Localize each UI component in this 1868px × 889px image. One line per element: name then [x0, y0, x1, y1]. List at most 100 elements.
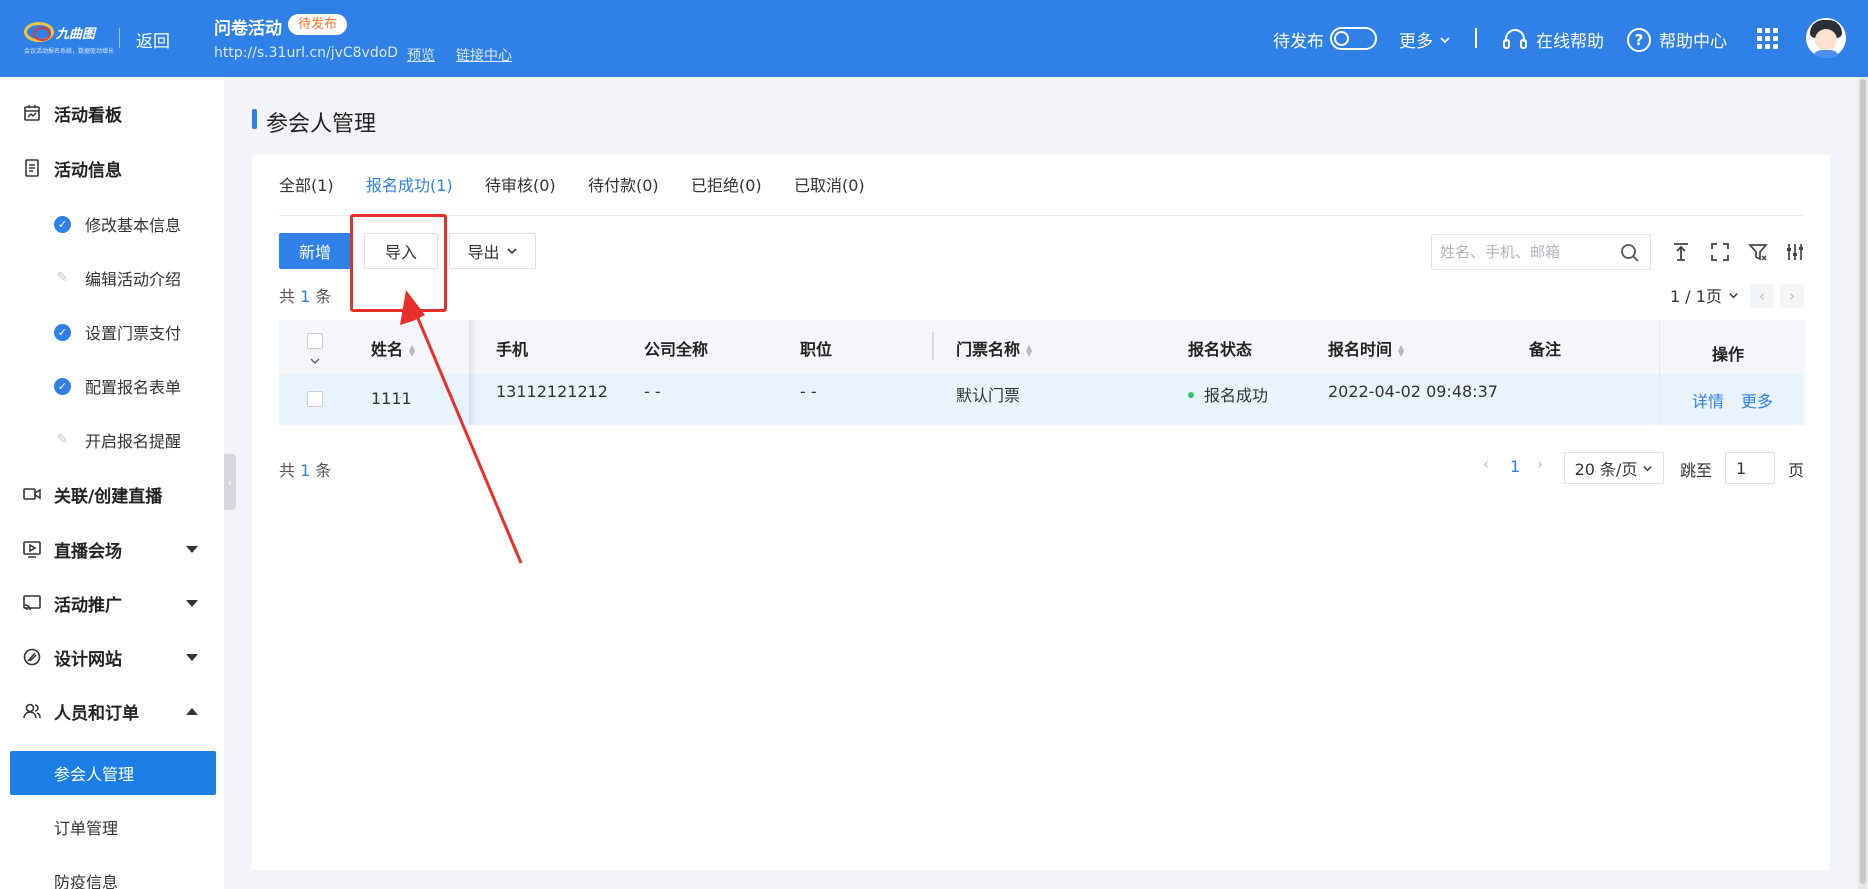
- sidebar-item-attendee-management[interactable]: 参会人管理: [10, 751, 216, 795]
- next-page-mini-button[interactable]: ›: [1780, 284, 1804, 308]
- sidebar-item-promotion[interactable]: 活动推广: [0, 581, 224, 625]
- actions-cell: 详情 更多: [1660, 374, 1805, 425]
- sort-icon[interactable]: ▲ ▼: [1026, 343, 1032, 357]
- link-center-link[interactable]: 链接中心: [456, 45, 512, 65]
- scrollbar-thumb[interactable]: [1860, 79, 1866, 884]
- sidebar-item-dashboard[interactable]: 活动看板: [0, 91, 224, 135]
- sidebar-item-label: 关联/创建直播: [54, 486, 163, 507]
- sidebar-sub-basic-info[interactable]: ✓ 修改基本信息: [0, 202, 224, 246]
- sidebar-item-activity-info[interactable]: 活动信息: [0, 146, 224, 190]
- design-icon: [23, 648, 41, 666]
- cell-time: 2022-04-02 09:48:37: [1328, 382, 1498, 401]
- row-checkbox[interactable]: [307, 391, 323, 407]
- prev-page-mini-button[interactable]: ‹: [1750, 284, 1774, 308]
- sidebar-item-live-venue[interactable]: 直播会场: [0, 527, 224, 571]
- search-icon[interactable]: [1620, 243, 1640, 263]
- sidebar-item-design-site[interactable]: 设计网站: [0, 635, 224, 679]
- chevron-down-icon[interactable]: [309, 356, 321, 366]
- actions-header: 操作: [1660, 320, 1805, 374]
- fullscreen-icon[interactable]: [1710, 242, 1730, 262]
- tab-rejected[interactable]: 已拒绝(0): [691, 172, 762, 196]
- column-header-position: 职位: [800, 340, 833, 359]
- page-size-select[interactable]: 20 条/页: [1564, 452, 1664, 484]
- people-icon: [23, 702, 41, 720]
- brand-logo[interactable]: 九曲图 会议活动报名系统，数据驱动增长: [24, 20, 114, 56]
- chevron-down-icon: [1643, 465, 1653, 471]
- logo-ring-icon: [24, 22, 54, 42]
- tab-signup-success[interactable]: 报名成功(1): [366, 172, 453, 196]
- page-indicator-dropdown[interactable]: 1 / 1页: [1670, 283, 1739, 307]
- broadcast-icon: [23, 594, 41, 612]
- sidebar-item-people-orders[interactable]: 人员和订单: [0, 689, 224, 733]
- user-avatar[interactable]: [1806, 18, 1846, 58]
- select-all-checkbox[interactable]: [307, 333, 323, 349]
- sidebar-sub-ticket-payment[interactable]: ✓ 设置门票支付: [0, 310, 224, 354]
- jump-to-label: 跳至: [1680, 461, 1713, 480]
- column-header-actions: 操作: [1712, 345, 1745, 364]
- more-menu-label: 更多: [1399, 32, 1433, 52]
- filter-icon[interactable]: [1748, 242, 1768, 262]
- jump-to-page-input[interactable]: [1725, 452, 1775, 484]
- column-resize-handle[interactable]: [932, 332, 934, 360]
- column-header-time[interactable]: 报名时间 ▲ ▼: [1328, 336, 1404, 360]
- tab-cancelled[interactable]: 已取消(0): [794, 172, 865, 196]
- question-icon: ?: [1627, 27, 1651, 52]
- annotation-highlight-box: [350, 214, 447, 312]
- next-page-button[interactable]: ›: [1537, 455, 1543, 473]
- preview-link[interactable]: 预览: [407, 45, 435, 65]
- sidebar-item-label: 防疫信息: [54, 873, 119, 889]
- column-header-name[interactable]: 姓名 ▲ ▼: [371, 336, 415, 360]
- align-top-icon[interactable]: [1671, 242, 1691, 262]
- count-suffix: 条: [315, 287, 332, 306]
- sidebar-sub-label: 修改基本信息: [85, 216, 182, 235]
- tab-pending-payment[interactable]: 待付款(0): [588, 172, 659, 196]
- column-settings-icon[interactable]: [1785, 242, 1805, 262]
- publish-toggle[interactable]: [1330, 27, 1377, 50]
- sidebar-item-epidemic-info[interactable]: 防疫信息: [0, 859, 224, 889]
- sidebar-sub-signup-form[interactable]: ✓ 配置报名表单: [0, 364, 224, 408]
- back-link[interactable]: 返回: [136, 27, 170, 52]
- cell-name: 1111: [371, 389, 412, 408]
- detail-link[interactable]: 详情: [1692, 388, 1724, 412]
- table-row[interactable]: 1111 13112121212 - - - - 默认门票 报名成功 2022-…: [279, 374, 1804, 425]
- actions-column: 操作 详情 更多: [1659, 320, 1805, 425]
- page-title-accent: [252, 109, 257, 129]
- export-button[interactable]: 导出: [449, 233, 536, 269]
- app-grid-icon[interactable]: [1757, 28, 1778, 49]
- column-header-status: 报名状态: [1188, 340, 1253, 359]
- document-icon: [23, 159, 41, 177]
- online-help-link[interactable]: 在线帮助: [1502, 27, 1604, 52]
- column-header-label: 姓名: [371, 340, 404, 359]
- search-field[interactable]: [1431, 234, 1651, 270]
- cell-phone: 13112121212: [496, 382, 608, 401]
- sidebar-item-link-live[interactable]: 关联/创建直播: [0, 472, 224, 516]
- sidebar-sub-signup-reminder[interactable]: ✎ 开启报名提醒: [0, 418, 224, 462]
- online-help-label: 在线帮助: [1536, 32, 1604, 52]
- activity-url[interactable]: http://s.31url.cn/jvC8vdoD: [214, 45, 398, 61]
- logo-tagline: 会议活动报名系统，数据驱动增长: [24, 48, 115, 55]
- help-center-link[interactable]: ? 帮助中心: [1627, 27, 1727, 52]
- page-scrollbar[interactable]: [1858, 77, 1868, 889]
- sidebar-collapse-handle[interactable]: ‹: [224, 454, 236, 510]
- prev-page-button[interactable]: ‹: [1483, 455, 1489, 473]
- search-input[interactable]: [1440, 235, 1610, 269]
- sort-icon[interactable]: ▲ ▼: [409, 343, 415, 357]
- sidebar-item-label: 活动信息: [54, 160, 122, 181]
- sidebar-sub-edit-intro[interactable]: ✎ 编辑活动介绍: [0, 256, 224, 300]
- tab-all[interactable]: 全部(1): [279, 172, 334, 196]
- caret-down-icon: [186, 653, 198, 661]
- more-actions-link[interactable]: 更多: [1741, 388, 1773, 412]
- count-prefix: 共: [279, 287, 296, 306]
- chevron-down-icon: [506, 248, 517, 255]
- column-header-ticket[interactable]: 门票名称 ▲ ▼: [956, 336, 1032, 360]
- add-attendee-button[interactable]: 新增: [279, 233, 351, 269]
- sidebar-item-label: 参会人管理: [54, 765, 135, 784]
- tab-pending-review[interactable]: 待审核(0): [485, 172, 556, 196]
- logo-name: 九曲图: [56, 26, 96, 42]
- column-header-remark: 备注: [1529, 340, 1562, 359]
- sidebar-item-order-management[interactable]: 订单管理: [0, 805, 224, 849]
- current-page-number[interactable]: 1: [1510, 457, 1520, 476]
- top-header: 九曲图 会议活动报名系统，数据驱动增长 返回 问卷活动 待发布 http://s…: [0, 0, 1868, 77]
- sort-icon[interactable]: ▲ ▼: [1398, 343, 1404, 357]
- more-menu[interactable]: 更多: [1399, 27, 1451, 52]
